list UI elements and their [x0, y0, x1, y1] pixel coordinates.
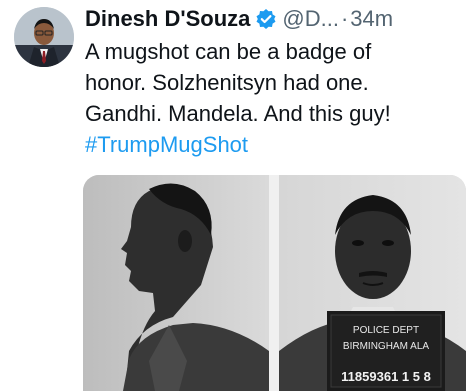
author-handle[interactable]: @D... — [282, 5, 339, 33]
tweet-text: A mugshot can be a badge of honor. Solzh… — [85, 36, 469, 160]
tweet-card[interactable]: Dinesh D'Souza @D... · 34m A mugshot can… — [0, 0, 474, 391]
author-avatar[interactable] — [14, 7, 74, 67]
tweet-header: Dinesh D'Souza @D... · 34m — [85, 5, 393, 33]
verified-badge-icon — [255, 8, 277, 30]
placard-line-1: POLICE DEPT — [353, 325, 419, 336]
placard-number: 11859361 1 5 8 — [341, 369, 431, 384]
header-separator: · — [340, 6, 349, 31]
author-name[interactable]: Dinesh D'Souza — [85, 5, 250, 33]
tweet-text-line: A mugshot can be a badge of — [85, 39, 372, 64]
placard-line-2: BIRMINGHAM ALA — [343, 341, 429, 352]
tweet-text-line: honor. Solzhenitsyn had one. — [85, 70, 369, 95]
tweet-text-line: Gandhi. Mandela. And this guy! — [85, 101, 391, 126]
hashtag-link[interactable]: #TrumpMugShot — [85, 129, 469, 160]
tweet-timestamp[interactable]: 34m — [350, 5, 393, 33]
tweet-media-image[interactable]: POLICE DEPT BIRMINGHAM ALA 11859361 1 5 … — [83, 175, 466, 391]
